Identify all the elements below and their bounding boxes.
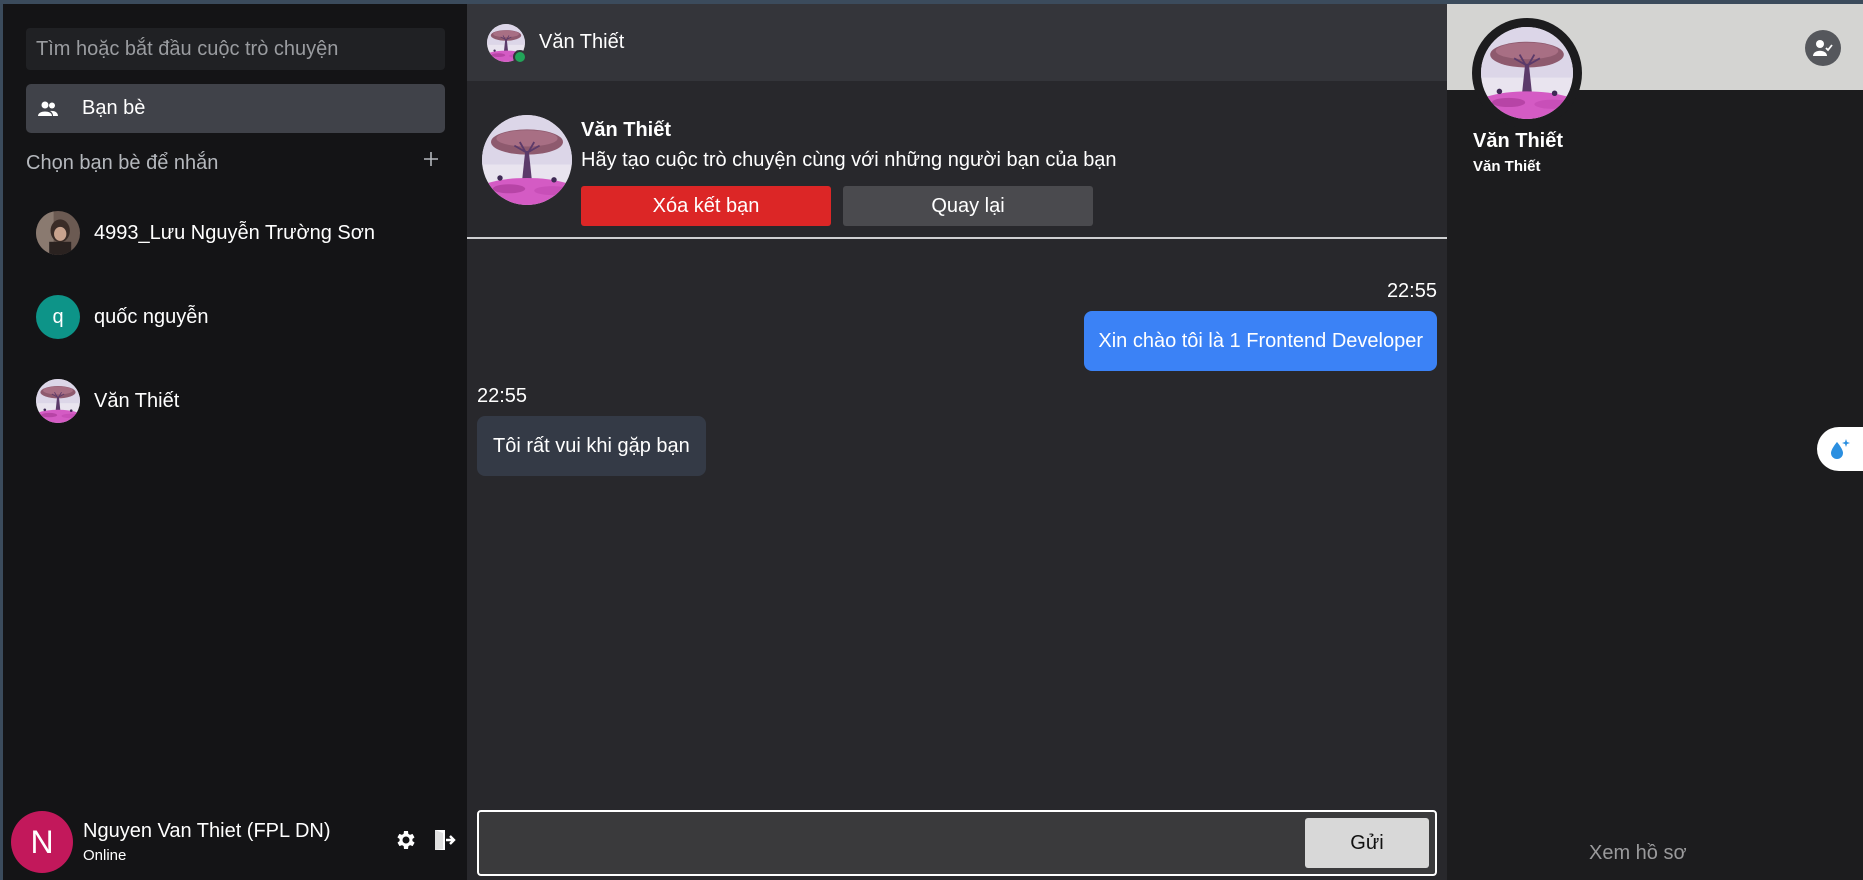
message-time: 22:55 [1386,280,1437,302]
chat-app: Tìm hoặc bắt đầu cuộc trò chuyện Bạn bè … [0,0,1863,880]
intro-description: Hãy tạo cuộc trò chuyện cùng với những n… [581,149,1117,171]
intro-name: Văn Thiết [581,119,672,141]
avatar[interactable]: N [11,811,73,873]
gear-icon[interactable] [392,826,420,854]
user-check-icon[interactable] [1805,30,1841,66]
water-drop-icon[interactable] [1817,427,1863,471]
message-composer: Gửi [477,810,1437,876]
chat-header: Văn Thiết [467,4,1447,81]
profile-username: Văn Thiết [1473,158,1541,175]
sidebar-item-friends[interactable]: Bạn bè [26,84,445,133]
user-name: Nguyen Van Thiet (FPL DN) [83,820,331,842]
avatar [36,379,80,423]
avatar: q [36,295,80,339]
user-status: Online [83,847,127,864]
users-icon [38,99,62,119]
search-placeholder: Tìm hoặc bắt đầu cuộc trò chuyện [36,37,339,60]
profile-panel: Văn Thiết Văn Thiết Xem hồ sơ [1447,4,1863,880]
message-bubble-incoming: Tôi rất vui khi gặp bạn [477,416,706,476]
search-input[interactable]: Tìm hoặc bắt đầu cuộc trò chuyện [26,28,445,70]
avatar[interactable] [487,24,527,64]
avatar [36,211,80,255]
profile-name: Văn Thiết [1473,130,1564,152]
unfriend-button[interactable]: Xóa kết bạn [581,186,831,226]
chat-main: Văn Thiết Văn Thiết Hãy tạo cuộc trò chu… [467,4,1447,880]
friend-name: Văn Thiết [94,389,180,412]
avatar [482,115,572,205]
avatar [1472,18,1582,128]
message-time: 22:55 [477,385,528,407]
plus-icon[interactable] [419,146,443,170]
conversation-intro: Văn Thiết Hãy tạo cuộc trò chuyện cùng v… [467,81,1447,239]
send-button[interactable]: Gửi [1305,818,1429,868]
message-bubble-outgoing: Xin chào tôi là 1 Frontend Developer [1084,311,1437,371]
logout-icon[interactable] [430,826,458,854]
friend-list-item[interactable]: Văn Thiết [26,372,445,430]
friend-list-item[interactable]: 4993_Lưu Nguyễn Trường Sơn [26,204,445,262]
friend-list-item[interactable]: q quốc nguyễn [26,288,445,346]
sidebar-item-label: Bạn bè [82,97,146,119]
message-input[interactable] [483,816,1303,870]
sidebar: Tìm hoặc bắt đầu cuộc trò chuyện Bạn bè … [3,4,467,880]
friend-name: 4993_Lưu Nguyễn Trường Sơn [94,221,375,244]
chat-header-name: Văn Thiết [539,31,625,53]
view-profile-link[interactable]: Xem hồ sơ [1589,842,1687,865]
user-panel: N Nguyen Van Thiet (FPL DN) Online [3,804,467,880]
friend-name: quốc nguyễn [94,305,209,328]
section-title: Chọn bạn bè để nhắn [26,152,219,174]
back-button[interactable]: Quay lại [843,186,1093,226]
online-status-dot [513,49,527,64]
